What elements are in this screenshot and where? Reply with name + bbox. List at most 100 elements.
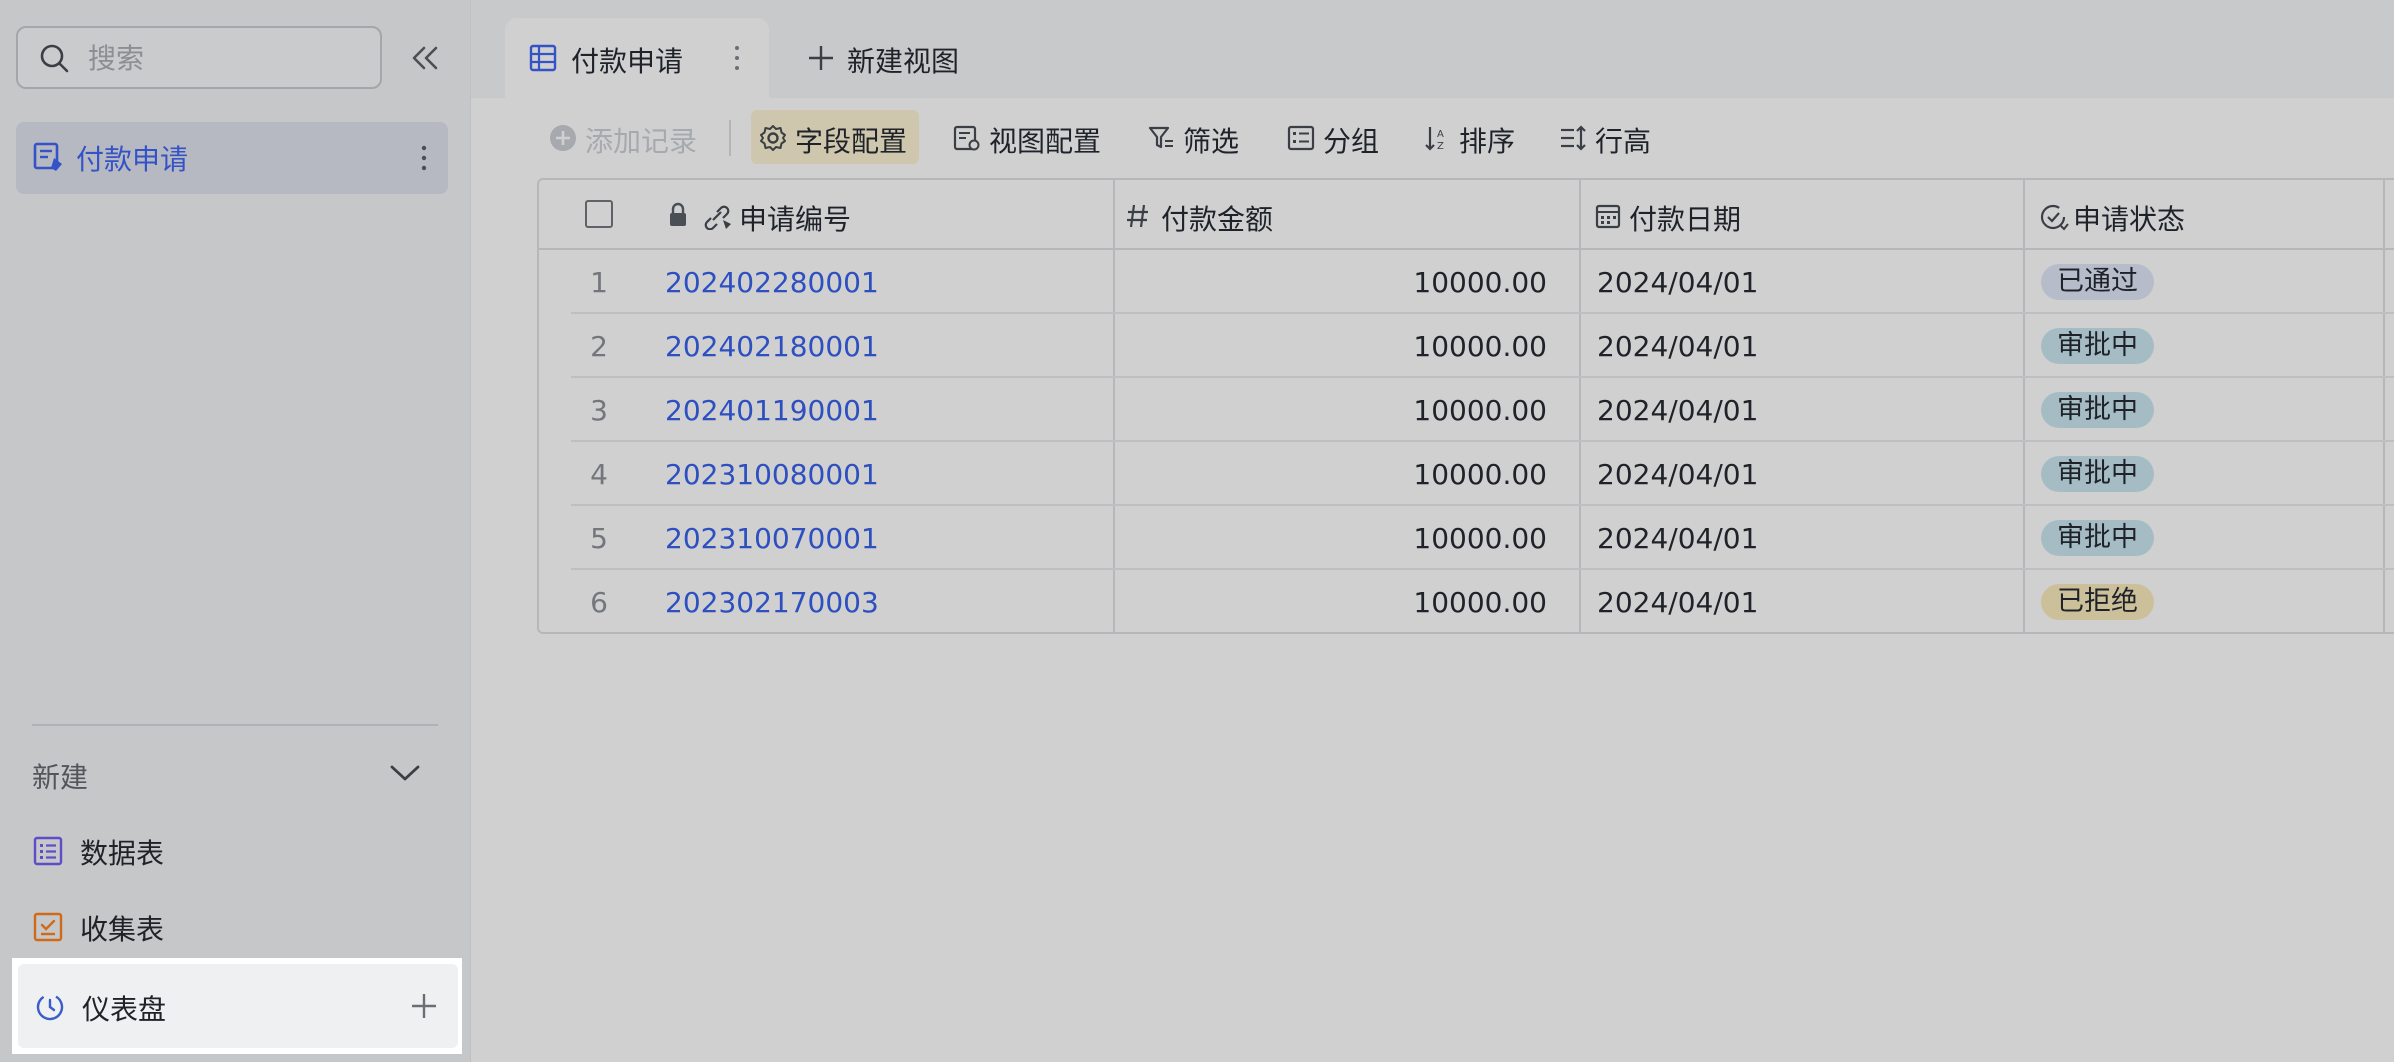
date-cell: 2024/04/01 [1597, 330, 1759, 363]
create-form[interactable]: 收集表 [16, 890, 456, 962]
new-view-label: 新建视图 [847, 45, 960, 78]
request-code-link[interactable]: 202302170003 [665, 586, 879, 619]
lock-icon [670, 202, 686, 226]
tab-label: 付款申请 [571, 45, 684, 78]
select-all-checkbox[interactable] [585, 200, 613, 228]
search-icon [40, 44, 69, 73]
date-cell: 2024/04/01 [1597, 522, 1759, 555]
dashboard-icon [36, 993, 64, 1021]
table-row[interactable]: 1 202402280001 10000.00 2024/04/01 已通过 [539, 250, 2394, 314]
grid-view-icon [529, 44, 557, 72]
group-label: 分组 [1323, 125, 1380, 158]
status-badge: 审批中 [2041, 328, 2154, 364]
add-circle-icon [550, 125, 576, 151]
plus-icon[interactable] [410, 992, 438, 1020]
tab-payment-request[interactable]: 付款申请 [505, 18, 769, 98]
request-code-link[interactable]: 202402280001 [665, 266, 879, 299]
create-datatable[interactable]: 数据表 [16, 814, 456, 886]
data-table: 申请编号 付款金额 付款日期 申请状态 1 202402280001 10000… [537, 178, 2394, 634]
sort-icon: A Z [1425, 127, 1444, 152]
field-config-label: 字段配置 [795, 125, 908, 158]
column-header-label: 申请状态 [2073, 203, 2186, 236]
date-cell: 2024/04/01 [1597, 266, 1759, 299]
column-header-code[interactable]: 申请编号 [667, 198, 1087, 236]
auto-number-icon [704, 205, 731, 230]
svg-text:A: A [1437, 129, 1444, 140]
amount-cell: 10000.00 [1413, 586, 1547, 619]
date-cell: 2024/04/01 [1597, 394, 1759, 427]
request-code-link[interactable]: 202401190001 [665, 394, 879, 427]
row-number: 1 [590, 266, 608, 299]
date-cell: 2024/04/01 [1597, 458, 1759, 491]
create-form-label: 收集表 [80, 913, 165, 946]
amount-cell: 10000.00 [1413, 330, 1547, 363]
filter-label: 筛选 [1183, 125, 1240, 158]
group-icon [1287, 125, 1315, 151]
sidebar-item-payment-request[interactable]: 付款申请 [16, 122, 448, 194]
gear-icon [760, 125, 786, 151]
create-datatable-label: 数据表 [80, 837, 165, 870]
table-row[interactable]: 6 202302170003 10000.00 2024/04/01 已拒绝 [539, 570, 2394, 634]
more-vertical-icon[interactable] [731, 44, 743, 72]
row-number: 6 [590, 586, 608, 619]
table-row[interactable]: 2 202402180001 10000.00 2024/04/01 审批中 [539, 314, 2394, 378]
form-table-icon [33, 142, 62, 171]
table-row[interactable]: 5 202310070001 10000.00 2024/04/01 审批中 [539, 506, 2394, 570]
group-button[interactable]: 分组 [1279, 110, 1387, 164]
table-icon [33, 836, 63, 866]
sort-label: 排序 [1459, 125, 1516, 158]
field-config-button[interactable]: 字段配置 [751, 110, 919, 164]
create-dashboard-label: 仪表盘 [82, 993, 167, 1026]
column-header-date[interactable]: 付款日期 [1595, 198, 1995, 236]
toolbar-separator [729, 120, 731, 156]
sidebar-item-label: 付款申请 [76, 143, 189, 176]
view-settings-icon [953, 125, 980, 151]
filter-button[interactable]: 筛选 [1139, 110, 1247, 164]
row-height-icon [1561, 125, 1586, 151]
request-code-link[interactable]: 202310080001 [665, 458, 879, 491]
row-number: 2 [590, 330, 608, 363]
column-header-status[interactable]: 申请状态 [2039, 198, 2379, 236]
sort-button[interactable]: A Z 排序 [1415, 110, 1523, 164]
table-row[interactable]: 4 202310080001 10000.00 2024/04/01 审批中 [539, 442, 2394, 506]
sidebar-divider [32, 724, 438, 726]
table-header: 申请编号 付款金额 付款日期 申请状态 [539, 180, 2394, 250]
row-height-label: 行高 [1595, 125, 1652, 158]
view-tabbar: 付款申请 新建视图 [471, 0, 2394, 98]
plus-icon [809, 46, 833, 70]
request-code-link[interactable]: 202310070001 [665, 522, 879, 555]
date-cell: 2024/04/01 [1597, 586, 1759, 619]
create-dashboard[interactable]: 仪表盘 [12, 958, 462, 1054]
svg-text:Z: Z [1437, 141, 1444, 152]
collapse-sidebar-icon[interactable] [406, 40, 446, 76]
amount-cell: 10000.00 [1413, 394, 1547, 427]
new-section-header[interactable]: 新建 [32, 756, 422, 796]
status-badge: 已通过 [2041, 264, 2154, 300]
sidebar: 付款申请 新建 数据表 收集表 [0, 0, 470, 1062]
more-vertical-icon[interactable] [416, 142, 432, 174]
view-config-label: 视图配置 [989, 125, 1102, 158]
row-height-button[interactable]: 行高 [1551, 110, 1659, 164]
create-dashboard-hover: 仪表盘 [18, 964, 458, 1048]
column-header-label: 付款金额 [1161, 203, 1274, 236]
column-header-label: 申请编号 [739, 203, 852, 236]
add-record-button[interactable]: 添加记录 [541, 110, 711, 164]
table-row[interactable]: 3 202401190001 10000.00 2024/04/01 审批中 [539, 378, 2394, 442]
amount-cell: 10000.00 [1413, 522, 1547, 555]
search-input[interactable] [88, 38, 368, 78]
search-box[interactable] [16, 26, 382, 89]
row-number: 5 [590, 522, 608, 555]
filter-icon [1148, 126, 1173, 149]
view-config-button[interactable]: 视图配置 [945, 110, 1109, 164]
status-check-icon [2040, 204, 2069, 231]
row-number: 4 [590, 458, 608, 491]
column-header-amount[interactable]: 付款金额 [1125, 198, 1525, 236]
toolbar: 添加记录 字段配置 视图配置 筛选 分组 A Z 排序 行高 [471, 110, 2394, 166]
number-hash-icon [1127, 204, 1148, 228]
main-panel: 付款申请 新建视图 添加记录 字段配置 视图配置 筛选 分组 A Z 排序 行高… [470, 0, 2394, 1062]
column-header-label: 付款日期 [1629, 203, 1742, 236]
request-code-link[interactable]: 202402180001 [665, 330, 879, 363]
status-badge: 审批中 [2041, 456, 2154, 492]
amount-cell: 10000.00 [1413, 266, 1547, 299]
status-badge: 审批中 [2041, 520, 2154, 556]
